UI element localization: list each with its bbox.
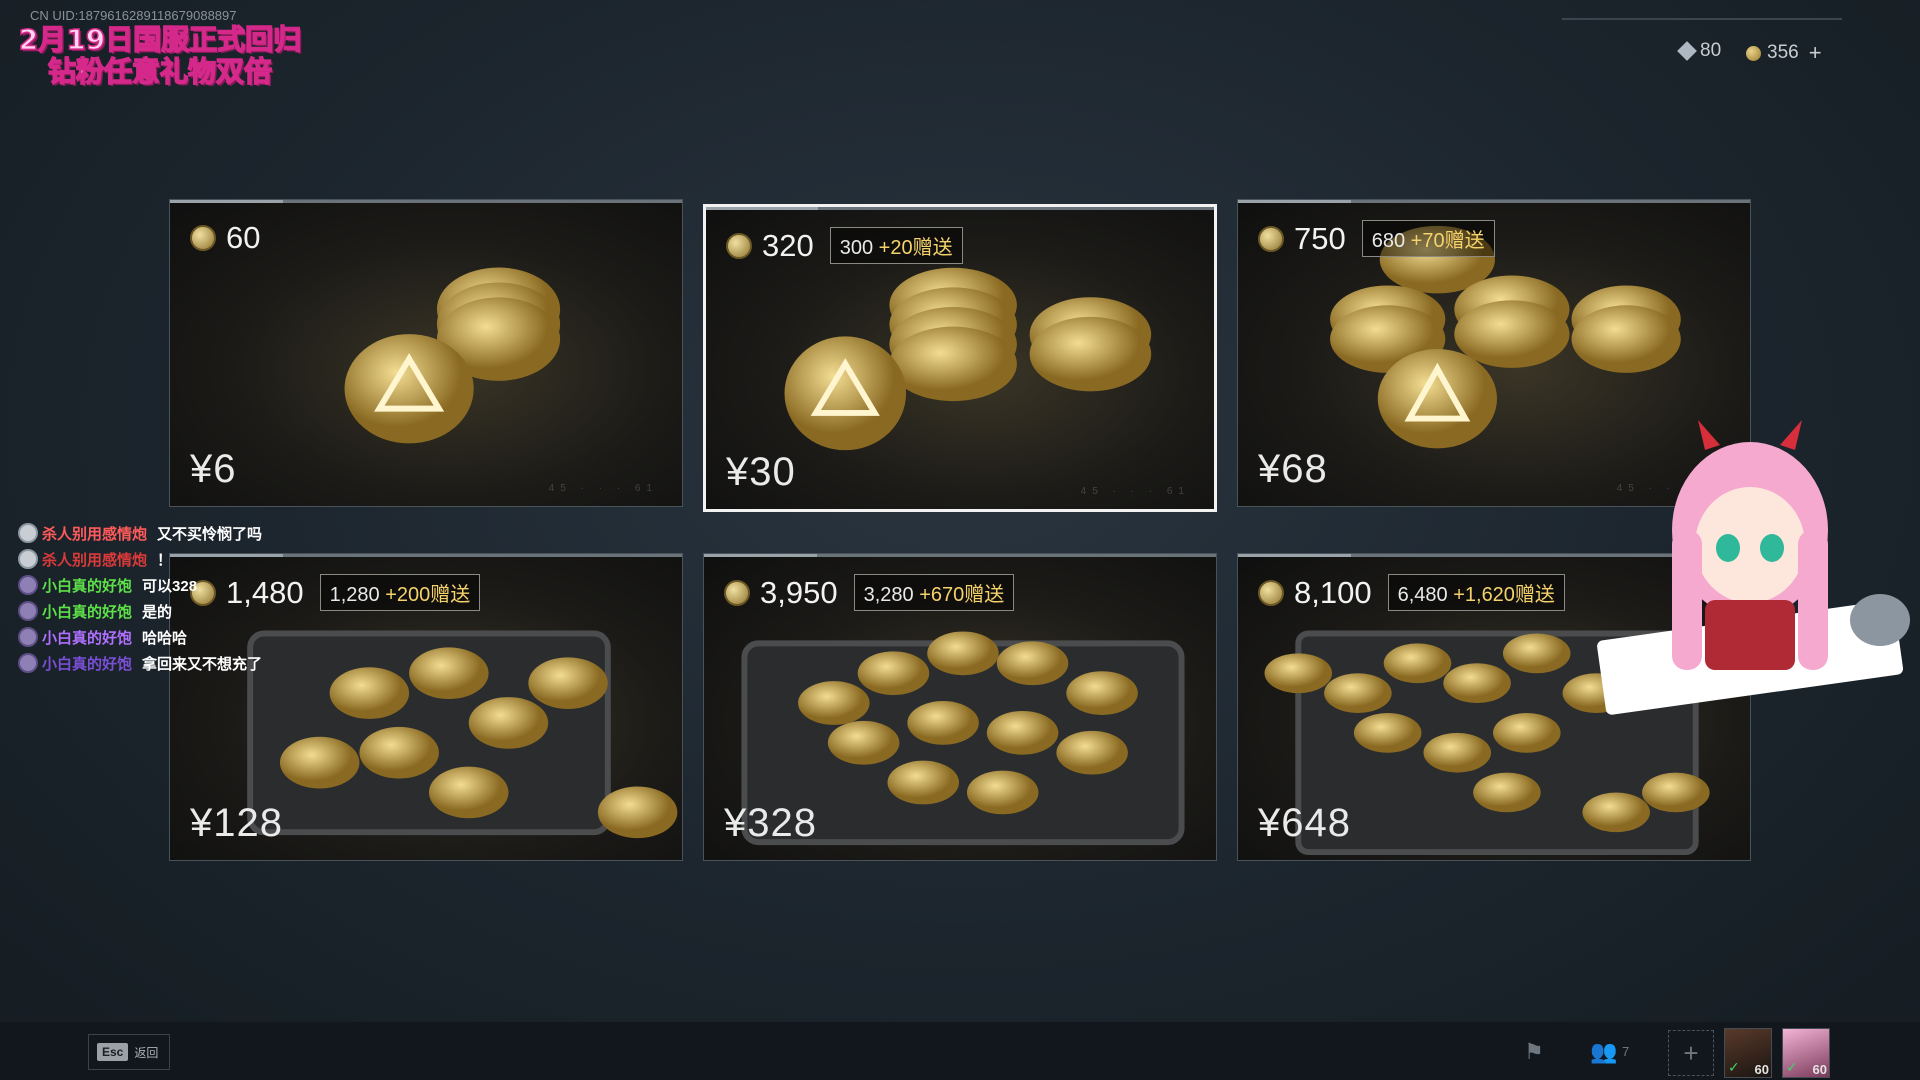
chat-message: 杀人别用感情炮 ！ [18, 546, 262, 572]
coin-amount: 320 [762, 227, 814, 263]
chat-message: 杀人别用感情炮 又不买怜悯了吗 [18, 520, 262, 546]
bonus-badge: 3,280 +670赠送 [853, 574, 1015, 611]
player-avatar-2[interactable]: ✓ 60 [1782, 1028, 1830, 1078]
streamer-uid: CN UID:1879616289118679088897 [30, 8, 237, 23]
package-card-2[interactable]: 320 300 +20赠送 ¥30 45 · · · 61 [703, 204, 1217, 512]
user-badge-icon [18, 627, 38, 647]
top-divider [1562, 18, 1842, 20]
back-button[interactable]: Esc 返回 [88, 1034, 170, 1070]
chat-username: 杀人别用感情炮 [42, 551, 148, 569]
bonus-badge: 1,280 +200赠送 [319, 574, 481, 611]
flag-icon[interactable]: ⚑ [1518, 1036, 1550, 1068]
esc-key-hint: Esc [97, 1043, 129, 1061]
coin-amount: 60 [226, 220, 261, 255]
coin-icon [1258, 225, 1284, 252]
chat-text: ！ [157, 551, 173, 569]
coin-icon [724, 579, 750, 606]
player-avatar-1[interactable]: ✓ 60 [1724, 1028, 1772, 1078]
squad-count: 7 [1622, 1044, 1630, 1059]
add-teammate-button[interactable]: + [1668, 1030, 1714, 1076]
promo-line-1: 2月19日国服正式回归 [18, 23, 302, 57]
user-badge-icon [18, 575, 38, 595]
chat-message: 小白真的好饱 是的 [18, 598, 262, 624]
chat-username: 杀人别用感情炮 [42, 525, 148, 543]
chat-message: 小白真的好饱 拿回来又不想充了 [18, 650, 262, 676]
bottom-bar [0, 1022, 1920, 1080]
bonus-badge: 680 +70赠送 [1361, 220, 1495, 257]
back-label: 返回 [134, 1045, 159, 1060]
promo-banner: 2月19日国服正式回归 钻粉任意礼物双倍 [0, 23, 320, 89]
bonus-gift: +670赠送 [919, 584, 1005, 606]
bonus-badge: 6,480 +1,620赠送 [1387, 574, 1565, 611]
ready-check-icon: ✓ [1786, 1059, 1798, 1075]
chat-username: 小白真的好饱 [42, 577, 133, 595]
bonus-base: 300 [839, 237, 874, 259]
package-card-5[interactable]: 3,950 3,280 +670赠送 ¥328 [703, 553, 1217, 861]
user-badge-icon [18, 601, 38, 621]
diamond-icon [1677, 41, 1697, 61]
package-card-1[interactable]: 60 ¥6 45 · · · 61 [169, 199, 683, 507]
coin-quantity: 750 680 +70赠送 [1258, 220, 1495, 257]
diamond-balance: 80 [1677, 40, 1722, 62]
add-currency-button[interactable]: + [1809, 40, 1822, 66]
card-watermark: 45 · · · 61 [548, 483, 658, 494]
chat-text: 拿回来又不想充了 [142, 655, 263, 673]
promo-line-2: 钻粉任意礼物双倍 [47, 55, 273, 89]
coin-quantity: 60 [190, 220, 260, 256]
chat-username: 小白真的好饱 [42, 629, 133, 647]
bonus-base: 3,280 [863, 584, 914, 606]
coin-amount: 3,950 [760, 574, 838, 610]
squad-icon[interactable]: 👥 [1588, 1036, 1620, 1068]
coin-amount: 750 [1294, 220, 1346, 256]
player-level: 60 [1812, 1062, 1827, 1077]
user-badge-icon [18, 523, 38, 543]
live-chat: 杀人别用感情炮 又不买怜悯了吗 杀人别用感情炮 ！ 小白真的好饱 可以328 小… [18, 520, 262, 676]
coin-icon [190, 225, 216, 251]
bonus-base: 1,280 [329, 584, 380, 606]
chat-username: 小白真的好饱 [42, 655, 133, 673]
card-watermark: 45 · · · 61 [1080, 486, 1190, 497]
bonus-badge: 300 +20赠送 [829, 227, 963, 264]
user-badge-icon [18, 653, 38, 673]
coin-quantity: 8,100 6,480 +1,620赠送 [1258, 574, 1565, 611]
ready-check-icon: ✓ [1728, 1059, 1740, 1075]
coin-amount: 8,100 [1294, 574, 1372, 610]
coin-quantity: 3,950 3,280 +670赠送 [724, 574, 1015, 611]
package-price: ¥128 [190, 801, 283, 845]
coin-value: 356 [1767, 42, 1799, 63]
bonus-base: 680 [1371, 230, 1406, 252]
package-price: ¥30 [726, 450, 796, 494]
chat-text: 哈哈哈 [142, 629, 188, 647]
coin-balance[interactable]: 356 + [1746, 40, 1822, 66]
coin-icon [726, 232, 752, 259]
package-price: ¥6 [190, 447, 237, 491]
diamond-value: 80 [1700, 40, 1722, 61]
chat-text: 是的 [142, 603, 173, 621]
chat-message: 小白真的好饱 哈哈哈 [18, 624, 262, 650]
coin-icon [1746, 45, 1761, 61]
package-price: ¥68 [1258, 447, 1328, 491]
chat-message: 小白真的好饱 可以328 [18, 572, 262, 598]
bonus-gift: +70赠送 [1410, 230, 1485, 252]
user-badge-icon [18, 549, 38, 569]
bonus-gift: +20赠送 [878, 237, 953, 259]
package-price: ¥648 [1258, 801, 1351, 845]
chat-username: 小白真的好饱 [42, 603, 133, 621]
player-level: 60 [1754, 1062, 1769, 1077]
bonus-gift: +200赠送 [385, 584, 471, 606]
bonus-base: 6,480 [1397, 584, 1448, 606]
chat-text: 又不买怜悯了吗 [157, 525, 263, 543]
coin-quantity: 320 300 +20赠送 [726, 227, 963, 264]
bonus-gift: +1,620赠送 [1453, 584, 1555, 606]
coin-icon [1258, 579, 1284, 606]
package-price: ¥328 [724, 801, 817, 845]
streamer-mascot [1597, 420, 1910, 715]
chat-text: 可以328 [142, 577, 198, 595]
